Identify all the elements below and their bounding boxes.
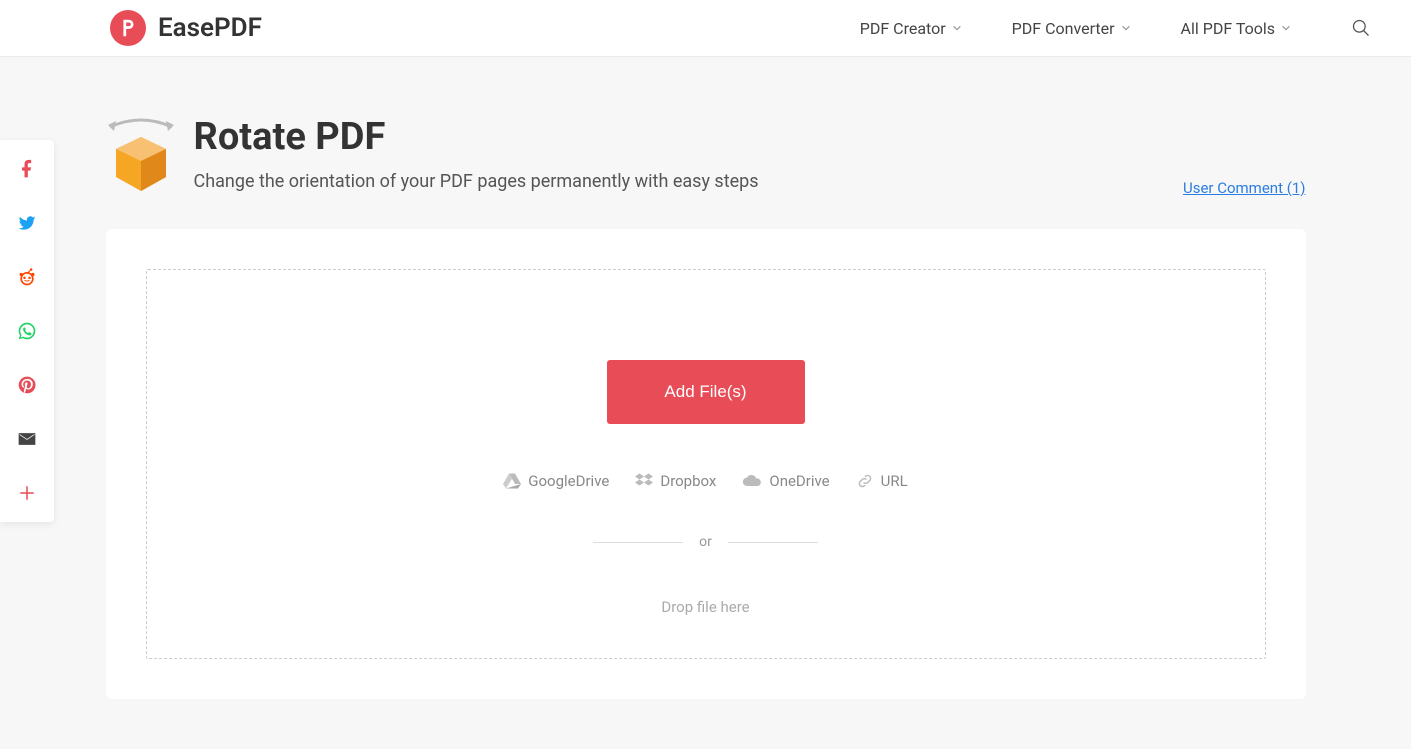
logo-text: EasePDF <box>158 13 262 43</box>
onedrive-icon <box>742 474 762 488</box>
share-facebook[interactable] <box>16 158 38 180</box>
link-icon <box>856 472 874 490</box>
upload-card: Add File(s) GoogleDrive Dropbox OneDrive <box>106 229 1306 699</box>
page-body: Rotate PDF Change the orientation of you… <box>0 57 1411 749</box>
nav-item-label: PDF Creator <box>860 19 946 38</box>
pinterest-icon <box>17 375 37 395</box>
user-comment-link[interactable]: User Comment (1) <box>1183 179 1306 197</box>
logo-icon <box>110 10 146 46</box>
share-bar <box>0 140 54 522</box>
nav-all-tools[interactable]: All PDF Tools <box>1181 19 1291 38</box>
whatsapp-icon <box>17 321 37 341</box>
divider-line <box>728 542 818 543</box>
googledrive-icon <box>503 473 521 489</box>
plus-icon <box>18 484 36 502</box>
nav-item-label: All PDF Tools <box>1181 19 1275 38</box>
dropzone[interactable]: Add File(s) GoogleDrive Dropbox OneDrive <box>146 269 1266 659</box>
chevron-down-icon <box>952 23 962 33</box>
rotate-tool-icon <box>106 117 176 197</box>
share-pinterest[interactable] <box>16 374 38 396</box>
chevron-down-icon <box>1281 23 1291 33</box>
upload-sources: GoogleDrive Dropbox OneDrive URL <box>503 472 907 490</box>
source-label: URL <box>881 472 908 490</box>
source-label: Dropbox <box>660 472 716 490</box>
page-subtitle: Change the orientation of your PDF pages… <box>194 171 759 192</box>
source-dropbox[interactable]: Dropbox <box>635 472 716 490</box>
add-files-button[interactable]: Add File(s) <box>607 360 805 424</box>
page-title: Rotate PDF <box>194 117 759 159</box>
share-more[interactable] <box>16 482 38 504</box>
nav-pdf-converter[interactable]: PDF Converter <box>1012 19 1131 38</box>
facebook-icon <box>17 159 37 179</box>
divider: or <box>593 534 818 550</box>
share-email[interactable] <box>16 428 38 450</box>
share-reddit[interactable] <box>16 266 38 288</box>
divider-line <box>593 542 683 543</box>
source-googledrive[interactable]: GoogleDrive <box>503 472 609 490</box>
drop-hint: Drop file here <box>661 598 749 616</box>
nav-pdf-creator[interactable]: PDF Creator <box>860 19 962 38</box>
share-whatsapp[interactable] <box>16 320 38 342</box>
search-button[interactable] <box>1351 18 1371 38</box>
nav: PDF Creator PDF Converter All PDF Tools <box>860 18 1371 38</box>
source-label: OneDrive <box>769 472 829 490</box>
logo[interactable]: EasePDF <box>110 10 262 46</box>
header: EasePDF PDF Creator PDF Converter All PD… <box>0 0 1411 57</box>
source-label: GoogleDrive <box>528 472 609 490</box>
nav-item-label: PDF Converter <box>1012 19 1115 38</box>
chevron-down-icon <box>1121 23 1131 33</box>
search-icon <box>1351 18 1371 38</box>
share-twitter[interactable] <box>16 212 38 234</box>
divider-text: or <box>699 534 712 550</box>
email-icon <box>17 429 37 449</box>
title-row: Rotate PDF Change the orientation of you… <box>106 117 1306 197</box>
reddit-icon <box>17 267 37 287</box>
source-onedrive[interactable]: OneDrive <box>742 472 829 490</box>
source-url[interactable]: URL <box>856 472 908 490</box>
title-block: Rotate PDF Change the orientation of you… <box>194 117 759 192</box>
dropbox-icon <box>635 473 653 489</box>
twitter-icon <box>17 213 37 233</box>
